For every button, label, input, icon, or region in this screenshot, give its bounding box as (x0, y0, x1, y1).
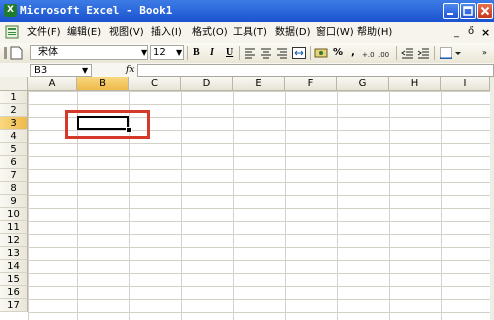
chevron-down-icon[interactable]: ▼ (141, 45, 147, 60)
formula-input[interactable] (137, 64, 494, 77)
window-title: Microsoft Excel - Book1 (20, 4, 173, 17)
svg-text:.00: .00 (378, 51, 389, 59)
grid-line (28, 182, 494, 183)
column-header-a[interactable]: A (28, 77, 77, 91)
row-header-9[interactable]: 9 (0, 195, 28, 208)
row-header-2[interactable]: 2 (0, 104, 28, 117)
menu-file[interactable]: 文件(F) (27, 26, 61, 40)
row-header-3[interactable]: 3 (0, 117, 28, 130)
merge-center-icon[interactable] (292, 47, 306, 59)
percent-button[interactable]: % (333, 46, 343, 60)
toolbar-separator (434, 46, 435, 60)
svg-text:+.0: +.0 (362, 51, 375, 59)
toolbar-separator (396, 46, 397, 60)
maximize-button[interactable] (460, 3, 476, 19)
row-header-11[interactable]: 11 (0, 221, 28, 234)
row-header-1[interactable]: 1 (0, 91, 28, 104)
vertical-scrollbar[interactable] (490, 77, 494, 320)
menu-help[interactable]: 帮助(H) (357, 26, 392, 40)
row-header-16[interactable]: 16 (0, 286, 28, 299)
column-header-h[interactable]: H (389, 77, 441, 91)
grid-line (28, 312, 494, 313)
close-icon (480, 6, 490, 16)
italic-button[interactable]: I (210, 46, 214, 60)
row-header-6[interactable]: 6 (0, 156, 28, 169)
align-center-icon[interactable] (260, 47, 272, 59)
menu-window[interactable]: 窗口(W) (316, 26, 354, 40)
font-name-value: 宋体 (38, 47, 58, 58)
grid-line (28, 143, 494, 144)
column-header-i[interactable]: I (441, 77, 490, 91)
menu-format[interactable]: 格式(O) (192, 26, 228, 40)
grid-line (28, 286, 494, 287)
comma-button[interactable]: , (351, 46, 355, 60)
toolbar-separator (187, 46, 188, 60)
align-right-icon[interactable] (276, 47, 288, 59)
increase-decimal-icon[interactable]: +.0 (362, 47, 376, 59)
column-header-b[interactable]: B (77, 77, 129, 91)
grid-line (28, 260, 494, 261)
row-header-17[interactable]: 17 (0, 299, 28, 312)
row-header-15[interactable]: 15 (0, 273, 28, 286)
doc-restore-button[interactable]: ő (468, 26, 474, 37)
align-left-icon[interactable] (244, 47, 256, 59)
grid-line (28, 234, 494, 235)
menu-tools[interactable]: 工具(T) (233, 26, 267, 40)
grid-line (28, 156, 494, 157)
grid-line (28, 247, 494, 248)
menu-edit[interactable]: 编辑(E) (67, 26, 101, 40)
toolbar-separator (239, 46, 240, 60)
font-size-value: 12 (153, 47, 166, 58)
grid-line (28, 169, 494, 170)
grid-line (28, 273, 494, 274)
menu-view[interactable]: 视图(V) (109, 26, 144, 40)
toolbar-options-icon[interactable]: » (482, 46, 487, 60)
chevron-down-icon[interactable]: ▼ (82, 64, 88, 77)
insert-function-button[interactable]: fx (126, 64, 134, 77)
grid-line (28, 221, 494, 222)
chevron-down-icon[interactable]: ▼ (176, 45, 182, 60)
doc-close-button[interactable]: × (481, 26, 490, 39)
menu-data[interactable]: 数据(D) (275, 26, 311, 40)
bold-button[interactable]: B (193, 46, 200, 60)
row-header-8[interactable]: 8 (0, 182, 28, 195)
column-header-c[interactable]: C (129, 77, 181, 91)
annotation-highlight (65, 110, 150, 139)
select-all-button[interactable] (0, 77, 28, 91)
name-box-value: B3 (34, 65, 48, 76)
menu-insert[interactable]: 插入(I) (151, 26, 182, 40)
row-header-10[interactable]: 10 (0, 208, 28, 221)
row-header-4[interactable]: 4 (0, 130, 28, 143)
column-header-f[interactable]: F (285, 77, 337, 91)
decrease-decimal-icon[interactable]: .00 (378, 47, 392, 59)
minimize-icon (447, 13, 453, 15)
column-header-d[interactable]: D (181, 77, 233, 91)
grid-line (28, 104, 494, 105)
column-header-g[interactable]: G (337, 77, 389, 91)
decrease-indent-icon[interactable] (401, 47, 414, 59)
workbook-icon[interactable] (5, 25, 19, 39)
new-document-icon[interactable] (3, 46, 27, 60)
maximize-icon (463, 6, 473, 16)
column-header-e[interactable]: E (233, 77, 285, 91)
grid-line (28, 208, 494, 209)
row-header-13[interactable]: 13 (0, 247, 28, 260)
grid-line (28, 299, 494, 300)
increase-indent-icon[interactable] (417, 47, 430, 59)
close-button[interactable] (477, 3, 493, 19)
row-header-7[interactable]: 7 (0, 169, 28, 182)
underline-button[interactable]: U (226, 46, 233, 60)
excel-icon[interactable]: X (4, 4, 17, 17)
borders-icon[interactable] (440, 47, 462, 59)
toolbar-separator (310, 46, 311, 60)
row-header-14[interactable]: 14 (0, 260, 28, 273)
currency-icon[interactable] (314, 46, 328, 60)
row-header-5[interactable]: 5 (0, 143, 28, 156)
row-header-12[interactable]: 12 (0, 234, 28, 247)
minimize-button[interactable] (443, 3, 459, 19)
grid-line (28, 195, 494, 196)
doc-minimize-button[interactable]: _ (454, 27, 459, 38)
